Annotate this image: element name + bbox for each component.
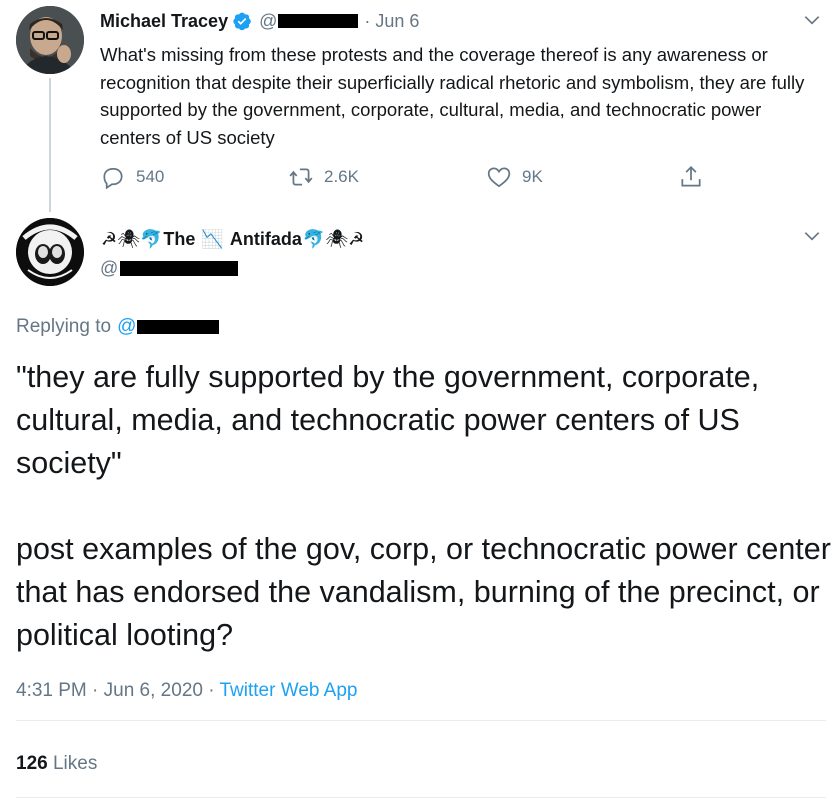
parent-tweet-actions: 540 2.6K 9K [100,164,720,194]
chevron-down-icon[interactable] [802,10,822,35]
verified-badge-icon [232,11,252,31]
replying-to: Replying to @ [16,316,220,338]
antifada-avatar[interactable] [16,218,84,286]
thread-connector-line [49,78,51,212]
author-display-name[interactable]: ☭🕷🐬 The 📉 Antifada 🐬🕷☭ [100,229,365,250]
share-icon [681,166,701,187]
parent-tweet-header: Michael Tracey @ · Jun 6 [100,9,419,33]
tweet-timestamp[interactable]: 4:31 PM · Jun 6, 2020 · [16,680,220,701]
reply-icon [103,168,123,190]
reply-button[interactable]: 540 [100,164,164,190]
divider [16,797,826,798]
author-name[interactable]: Michael Tracey [100,11,228,32]
redaction-bar [278,14,359,28]
retweet-icon [289,168,313,186]
chevron-down-icon[interactable] [802,226,822,251]
avatar-image [16,6,84,74]
like-count: 9K [522,167,543,186]
author-handle[interactable]: @ [100,258,239,279]
likes-number: 126 [16,753,48,774]
tweet-paragraph-quote: "they are fully supported by the governm… [16,360,760,480]
name-word-antifada: Antifada [229,229,302,249]
author-handle[interactable]: @ [259,11,277,32]
tweet-paragraph-question: post examples of the gov, corp, or techn… [16,532,831,652]
retweet-count: 2.6K [324,167,359,186]
heart-icon [487,167,511,188]
tweet-source-link[interactable]: Twitter Web App [220,680,358,701]
like-button[interactable]: 9K [486,164,543,190]
handle-at: @ [100,258,119,278]
tweet-metadata: 4:31 PM · Jun 6, 2020 · Twitter Web App [16,680,358,702]
divider [16,720,826,721]
antifa-logo-icon [16,218,84,286]
likes-count-link[interactable]: 126 Likes [16,753,97,775]
name-chart-emoji: 📉 [201,229,224,249]
reply-count: 540 [136,167,165,186]
author-avatar[interactable] [16,6,84,74]
name-word-the: The [163,229,196,249]
likes-label: Likes [52,753,98,774]
main-tweet-text: "they are fully supported by the governm… [16,356,831,657]
share-button[interactable] [678,164,714,190]
replying-to-handle[interactable]: @ [117,316,136,338]
name-prefix-emoji: ☭🕷🐬 [101,229,163,249]
redaction-bar [120,261,239,276]
tweet-date[interactable]: · Jun 6 [364,11,419,32]
replying-to-label: Replying to [16,316,112,337]
retweet-button[interactable]: 2.6K [288,164,359,190]
name-suffix-emoji: 🐬🕷☭ [302,229,365,249]
parent-tweet-text: What's missing from these protests and t… [100,44,805,148]
redaction-bar [137,320,220,334]
